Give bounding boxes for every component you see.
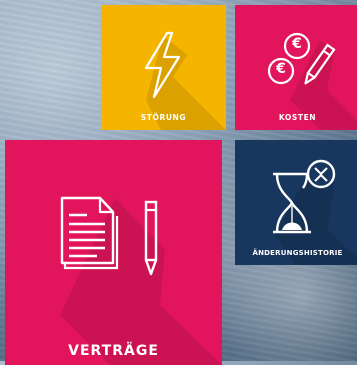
euro-symbol-upper: € bbox=[292, 36, 302, 52]
stoerung-label: STÖRUNG bbox=[140, 113, 187, 122]
hourglass-icon bbox=[273, 159, 336, 234]
kosten-label: KOSTEN bbox=[278, 113, 317, 122]
vertraege-label: VERTRÄGE bbox=[68, 343, 159, 359]
kosten-tile[interactable]: € € KOSTEN bbox=[235, 5, 357, 130]
aenderungshistorie-label: ÄNDERUNGSHISTORIE bbox=[252, 249, 343, 257]
aenderungshistorie-tile[interactable]: ÄNDERUNGSHISTORIE bbox=[235, 140, 357, 265]
euro-coins-pen-icon bbox=[267, 32, 336, 85]
lightning-bolt-icon bbox=[144, 31, 181, 99]
stoerung-tile[interactable]: STÖRUNG bbox=[101, 5, 226, 130]
vertraege-tile[interactable]: VERTRÄGE bbox=[5, 140, 222, 365]
document-pen-icon bbox=[60, 196, 158, 276]
euro-symbol-lower: € bbox=[276, 61, 286, 77]
